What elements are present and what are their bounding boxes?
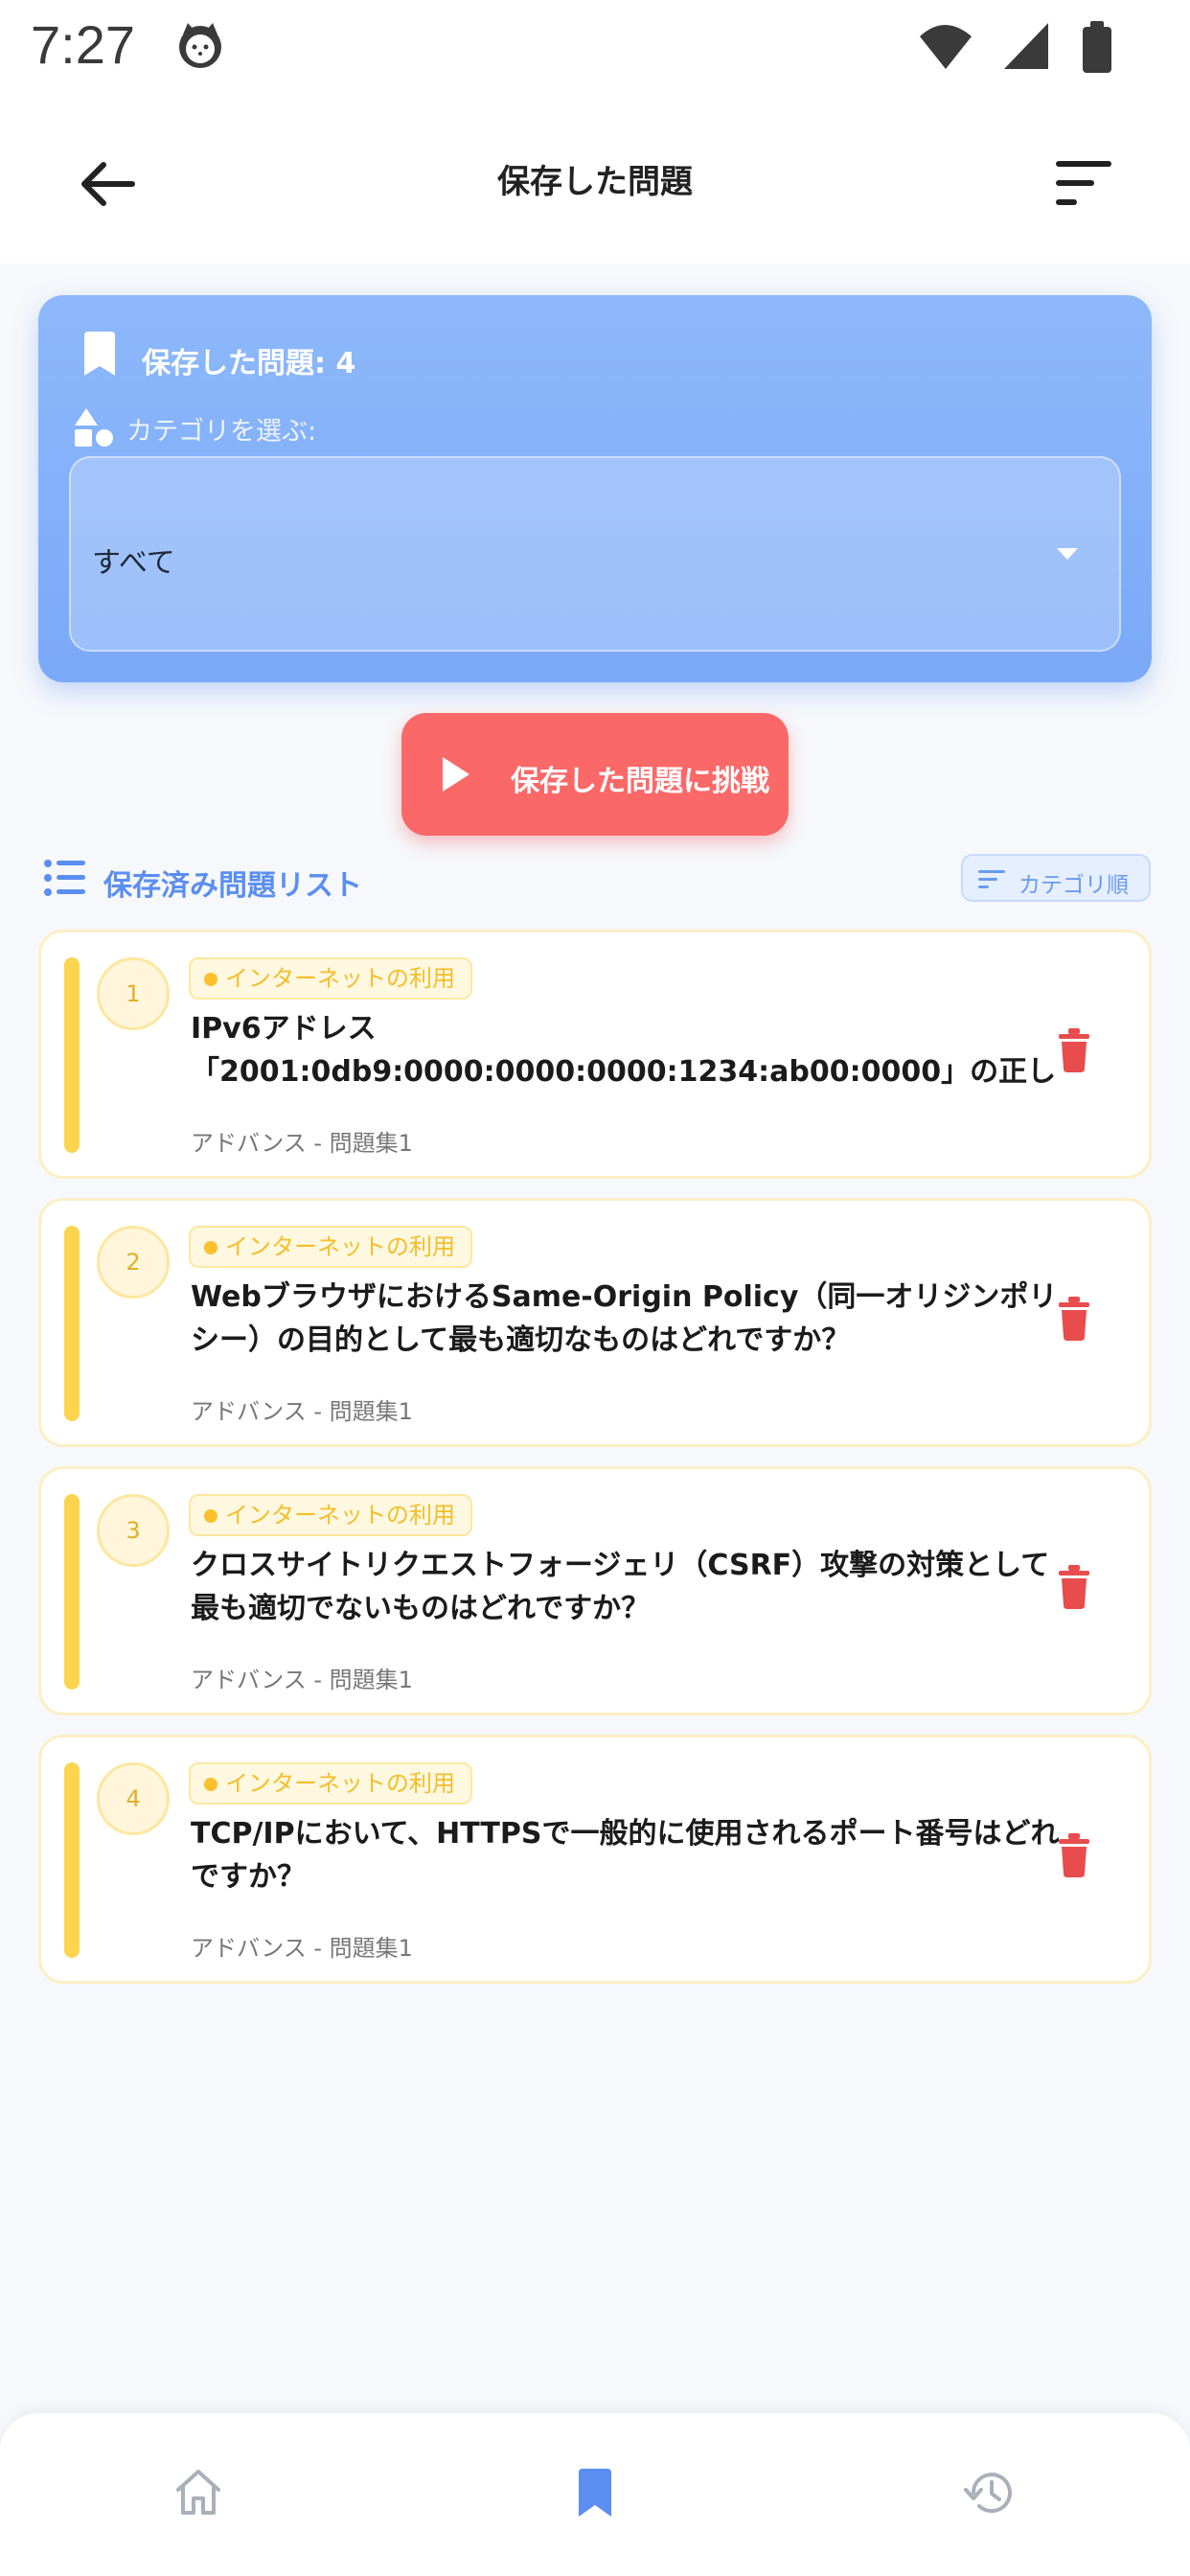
sort-chip-label: カテゴリ順 — [1018, 873, 1129, 898]
question-text: クロスサイトリクエストフォージェリ（CSRF）攻撃の対策として最も適切でないもの… — [191, 1549, 1050, 1625]
saved-list-title: 保存済み問題リスト — [103, 869, 362, 903]
trash-icon[interactable] — [1057, 1833, 1091, 1877]
saved-count: 保存した問題: 4 — [142, 347, 356, 380]
home-icon[interactable] — [172, 2467, 224, 2518]
sort-icon[interactable] — [1046, 153, 1123, 215]
category-color-bar — [64, 1494, 80, 1690]
cellular-icon — [1004, 23, 1048, 69]
challenge-button-label: 保存した問題に挑戦 — [511, 765, 769, 798]
wifi-icon — [920, 25, 972, 69]
question-text: WebブラウザにおけるSame-Origin Policy（同一オリジンポリシー… — [191, 1280, 1058, 1357]
category-tag: インターネットの利用 — [189, 957, 472, 1000]
history-icon[interactable] — [964, 2467, 1016, 2518]
category-dot — [204, 1241, 217, 1254]
question-source: アドバンス - 問題集1 — [191, 1935, 413, 1962]
category-tag-label: インターネットの利用 — [225, 1233, 455, 1260]
shapes-icon — [75, 408, 113, 447]
bookmark-icon — [84, 332, 115, 376]
bottom-navigation — [0, 2413, 1190, 2576]
category-dot — [204, 1778, 217, 1791]
saved-summary-card: 保存した問題: 4 カテゴリを選ぶ: すべて — [38, 295, 1152, 682]
question-text: IPv6アドレス「2001:0db9:0000:0000:0000:1234:a… — [191, 1012, 1057, 1089]
battery-icon — [1083, 27, 1111, 73]
question-card[interactable]: 3 インターネットの利用 クロスサイトリクエストフォージェリ（CSRF）攻撃の対… — [38, 1466, 1152, 1715]
category-dot — [204, 1509, 217, 1523]
status-indicators — [920, 21, 1111, 73]
trash-icon[interactable] — [1057, 1565, 1091, 1609]
category-tag-label: インターネットの利用 — [225, 965, 455, 992]
question-card[interactable]: 2 インターネットの利用 WebブラウザにおけるSame-Origin Poli… — [38, 1198, 1152, 1447]
play-icon — [443, 757, 469, 792]
sort-by-category-chip[interactable]: カテゴリ順 — [961, 854, 1151, 902]
category-tag-label: インターネットの利用 — [225, 1770, 455, 1797]
category-dot — [204, 973, 217, 986]
page-title: 保存した問題 — [497, 163, 693, 201]
question-source: アドバンス - 問題集1 — [191, 1398, 413, 1425]
status-time: 7:27 — [31, 14, 135, 75]
bookmark-nav-icon[interactable] — [569, 2467, 621, 2518]
list-icon — [44, 860, 85, 896]
category-selected-value: すべて — [92, 546, 175, 580]
question-number: 1 — [97, 957, 170, 1030]
sort-icon — [978, 870, 1005, 888]
status-bar: 7:27 — [0, 0, 1190, 96]
question-text: TCP/IPにおいて、HTTPSで一般的に使用されるポート番号はどれですか？ — [191, 1817, 1060, 1894]
caret-down-icon — [1057, 548, 1078, 560]
category-label: カテゴリを選ぶ: — [126, 417, 317, 447]
question-number: 2 — [97, 1226, 170, 1299]
question-number: 4 — [97, 1762, 170, 1835]
question-card[interactable]: 1 インターネットの利用 IPv6アドレス「2001:0db9:0000:000… — [38, 930, 1152, 1179]
category-tag: インターネットの利用 — [189, 1494, 472, 1536]
category-tag: インターネットの利用 — [189, 1762, 472, 1805]
question-card[interactable]: 4 インターネットの利用 TCP/IPにおいて、HTTPSで一般的に使用されるポ… — [38, 1735, 1152, 1984]
notification-face-icon — [179, 23, 221, 68]
category-select[interactable]: すべて — [69, 456, 1121, 652]
app-bar: 保存した問題 — [0, 96, 1190, 264]
question-source: アドバンス - 問題集1 — [191, 1130, 413, 1157]
challenge-saved-button[interactable]: 保存した問題に挑戦 — [401, 713, 789, 836]
trash-icon[interactable] — [1057, 1028, 1091, 1072]
trash-icon[interactable] — [1057, 1297, 1091, 1341]
category-color-bar — [64, 1226, 80, 1421]
question-source: アドバンス - 問題集1 — [191, 1667, 413, 1693]
category-color-bar — [64, 957, 80, 1153]
category-tag-label: インターネットの利用 — [225, 1502, 455, 1529]
category-tag: インターネットの利用 — [189, 1226, 472, 1268]
category-color-bar — [64, 1762, 80, 1958]
question-number: 3 — [97, 1494, 170, 1567]
